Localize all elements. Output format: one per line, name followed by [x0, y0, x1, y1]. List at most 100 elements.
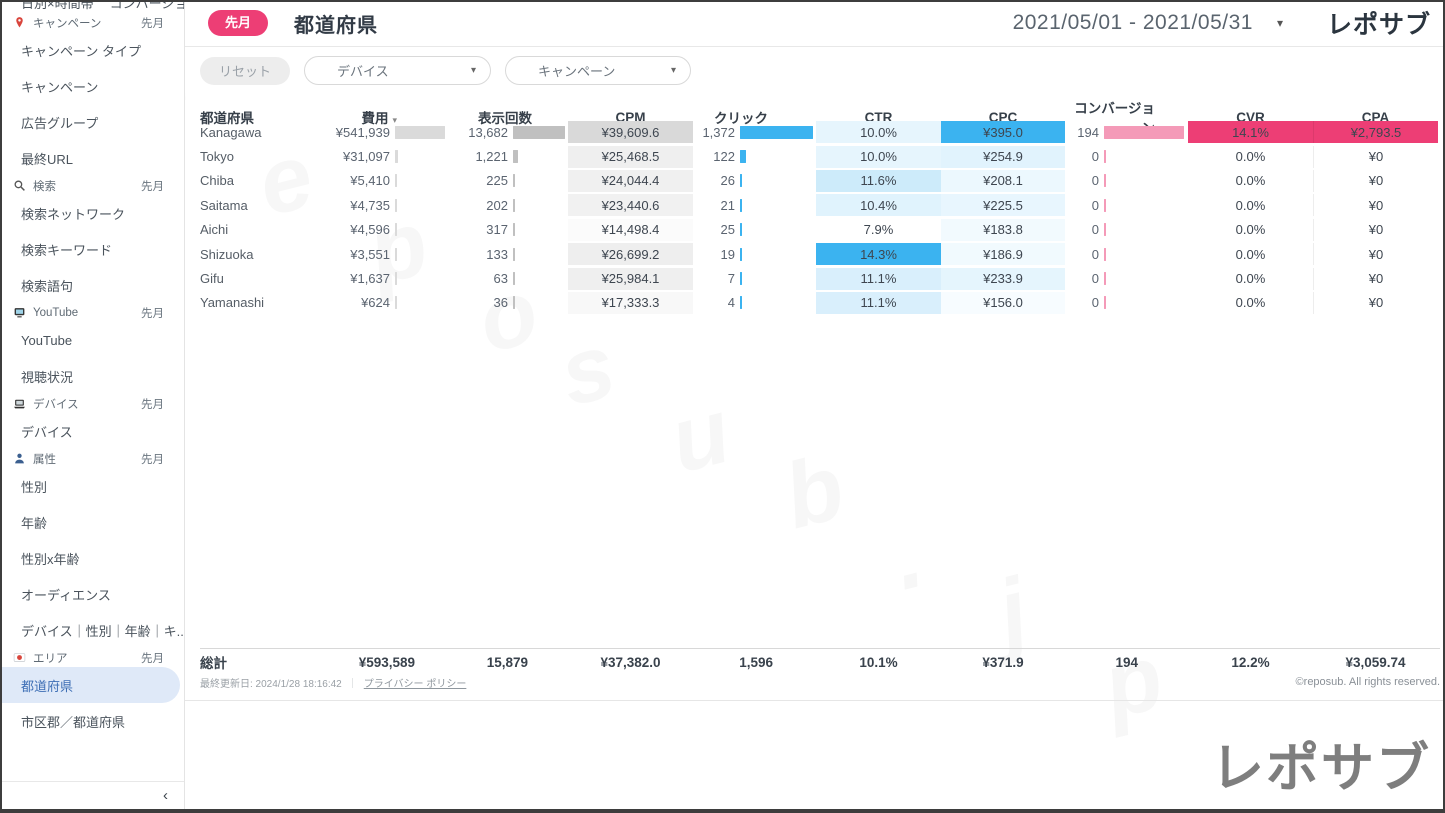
- cell-cpa: ¥0: [1313, 243, 1438, 265]
- cell-clicks: 122: [693, 149, 737, 164]
- cell-conversions: 0: [1065, 271, 1101, 286]
- chevron-left-icon[interactable]: ‹: [163, 788, 168, 803]
- person-icon: [12, 452, 26, 466]
- sidebar-section-header: YouTube先月: [0, 303, 184, 322]
- table-row: Yamanashi¥62436¥17,333.3411.1%¥156.000.0…: [200, 291, 1445, 315]
- total-cpa: ¥3,059.74: [1313, 655, 1438, 670]
- clicks-bar-wrap: [737, 272, 816, 285]
- sidebar-item-0-3[interactable]: 最終URL: [0, 140, 184, 176]
- table-row: Chiba¥5,410225¥24,044.42611.6%¥208.100.0…: [200, 169, 1445, 193]
- sidebar-section-header: エリア先月: [0, 648, 184, 667]
- conversions-bar: [1104, 199, 1106, 212]
- reset-button[interactable]: リセット: [200, 57, 290, 85]
- sidebar-item-clipped-2[interactable]: コンバージョ...: [110, 0, 184, 13]
- sidebar-item-2-0[interactable]: YouTube: [0, 322, 184, 358]
- impressions-bar: [513, 150, 518, 163]
- sidebar-item-3-0[interactable]: デバイス: [0, 413, 184, 449]
- cell-ctr: 11.1%: [816, 292, 941, 314]
- cell-cpc: ¥233.9: [941, 268, 1065, 290]
- last-updated-text: 最終更新日: 2024/1/28 18:16:42: [200, 675, 342, 690]
- main-panel: 先月 都道府県 2021/05/01 - 2021/05/31 ▾ レポサブ リ…: [185, 0, 1445, 813]
- cost-bar: [395, 150, 398, 163]
- sidebar-item-0-1[interactable]: キャンペーン: [0, 68, 184, 104]
- campaign-filter-dropdown[interactable]: キャンペーン ▾: [505, 56, 691, 85]
- conversions-bar: [1104, 174, 1106, 187]
- impressions-bar: [513, 174, 515, 187]
- impressions-bar: [513, 272, 515, 285]
- cell-ctr: 11.6%: [816, 170, 941, 192]
- cost-bar: [395, 199, 397, 212]
- sidebar-item-4-4[interactable]: デバイス｜性別｜年齢｜キ...: [0, 612, 184, 648]
- cost-bar-wrap: [392, 248, 448, 261]
- cost-bar: [395, 248, 397, 261]
- sidebar-section-header: 属性先月: [0, 449, 184, 468]
- pin-icon: [12, 16, 26, 30]
- cell-prefecture: Gifu: [200, 271, 300, 286]
- cell-cvr: 0.0%: [1188, 268, 1313, 290]
- conversions-bar-wrap: [1101, 248, 1188, 261]
- total-cvr: 12.2%: [1188, 655, 1313, 670]
- sidebar-item-4-2[interactable]: 性別x年齢: [0, 540, 184, 576]
- meta-line: 最終更新日: 2024/1/28 18:16:42 ｜ プライバシー ポリシー …: [200, 672, 1440, 692]
- cell-cpm: ¥24,044.4: [568, 170, 693, 192]
- sidebar-section-header: キャンペーン先月: [0, 13, 184, 32]
- campaign-filter-label: キャンペーン: [538, 61, 671, 80]
- cell-conversions: 0: [1065, 222, 1101, 237]
- laptop-icon: [12, 397, 26, 411]
- section-period-label: 先月: [141, 451, 164, 467]
- clicks-bar: [740, 272, 742, 285]
- cost-bar: [395, 296, 397, 309]
- sidebar-clipped-items[interactable]: 日別×時間帯 コンバージョ...: [0, 0, 184, 13]
- cell-cpc: ¥183.8: [941, 219, 1065, 241]
- sidebar-item-4-3[interactable]: オーディエンス: [0, 576, 184, 612]
- clicks-bar: [740, 174, 742, 187]
- clicks-bar-wrap: [737, 296, 816, 309]
- device-filter-dropdown[interactable]: デバイス ▾: [304, 56, 491, 85]
- sidebar-item-1-0[interactable]: 検索ネットワーク: [0, 195, 184, 231]
- cell-cpm: ¥14,498.4: [568, 219, 693, 241]
- cell-cvr: 0.0%: [1188, 194, 1313, 216]
- section-period-label: 先月: [141, 15, 164, 31]
- sidebar-item-5-0[interactable]: 都道府県: [0, 667, 180, 703]
- impressions-bar-wrap: [510, 174, 568, 187]
- cell-conversions: 0: [1065, 295, 1101, 310]
- impressions-bar: [513, 248, 515, 261]
- conversions-bar-wrap: [1101, 199, 1188, 212]
- conversions-bar: [1104, 126, 1184, 139]
- sidebar-item-4-0[interactable]: 性別: [0, 468, 184, 504]
- cost-bar-wrap: [392, 223, 448, 236]
- sidebar-section-label: 属性: [33, 451, 141, 467]
- impressions-bar-wrap: [510, 126, 568, 139]
- device-filter-label: デバイス: [337, 61, 471, 80]
- cell-cost: ¥31,097: [300, 149, 392, 164]
- impressions-bar-wrap: [510, 248, 568, 261]
- sidebar-item-0-2[interactable]: 広告グループ: [0, 104, 184, 140]
- privacy-policy-link[interactable]: プライバシー ポリシー: [364, 675, 467, 690]
- conversions-bar: [1104, 150, 1106, 163]
- cell-cvr: 0.0%: [1188, 219, 1313, 241]
- clicks-bar: [740, 126, 813, 139]
- conversions-bar: [1104, 248, 1106, 261]
- cell-impressions: 63: [448, 271, 510, 286]
- impressions-bar: [513, 296, 515, 309]
- section-period-label: 先月: [141, 650, 164, 666]
- date-range-selector[interactable]: 2021/05/01 - 2021/05/31 ▾: [1013, 11, 1283, 35]
- cell-ctr: 14.3%: [816, 243, 941, 265]
- cell-clicks: 7: [693, 271, 737, 286]
- sidebar-item-1-2[interactable]: 検索語句: [0, 267, 184, 303]
- sidebar-item-2-1[interactable]: 視聴状況: [0, 358, 184, 394]
- sidebar-item-4-1[interactable]: 年齢: [0, 504, 184, 540]
- sidebar-item-5-1[interactable]: 市区郡／都道府県: [0, 703, 184, 739]
- conversions-bar-wrap: [1101, 223, 1188, 236]
- conversions-bar-wrap: [1101, 126, 1188, 139]
- sidebar-item-1-1[interactable]: 検索キーワード: [0, 231, 184, 267]
- conversions-bar: [1104, 272, 1106, 285]
- cell-cpa: ¥0: [1313, 219, 1438, 241]
- cell-impressions: 36: [448, 295, 510, 310]
- cell-cpa: ¥0: [1313, 170, 1438, 192]
- sidebar-item-0-0[interactable]: キャンペーン タイプ: [0, 32, 184, 68]
- cost-bar-wrap: [392, 199, 448, 212]
- cell-cvr: 0.0%: [1188, 170, 1313, 192]
- cell-cpc: ¥208.1: [941, 170, 1065, 192]
- sidebar-item-clipped-1[interactable]: 日別×時間帯: [21, 0, 94, 13]
